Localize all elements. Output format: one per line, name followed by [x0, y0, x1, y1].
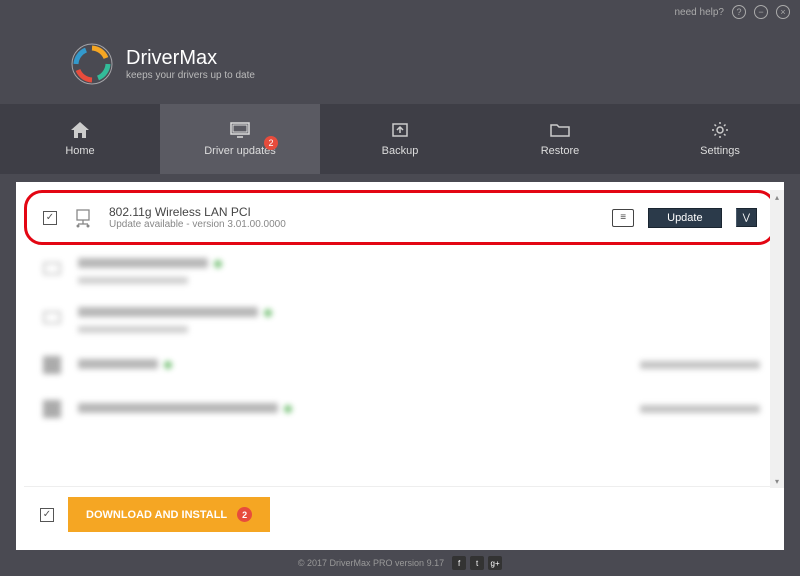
blurred-title: [78, 359, 158, 369]
brand-name: DriverMax: [126, 47, 255, 70]
brand-tagline: keeps your drivers up to date: [126, 70, 255, 81]
blurred-title: [78, 258, 208, 268]
download-install-button[interactable]: DOWNLOAD AND INSTALL 2: [68, 497, 270, 532]
nav-home-label: Home: [65, 145, 94, 157]
driver-row-blurred: [24, 294, 776, 343]
nav-backup[interactable]: Backup: [320, 104, 480, 174]
windows-device-icon: [40, 353, 64, 377]
update-button[interactable]: Update: [648, 208, 721, 228]
windows-device-icon: [40, 397, 64, 421]
gear-icon: [710, 121, 730, 139]
download-badge: 2: [237, 507, 252, 522]
close-button[interactable]: ×: [776, 5, 790, 19]
nav-settings[interactable]: Settings: [640, 104, 800, 174]
driver-title: 802.11g Wireless LAN PCI: [109, 205, 598, 219]
nav-backup-label: Backup: [382, 145, 419, 157]
monitor-icon: [230, 121, 250, 139]
bottom-bar: © 2017 DriverMax PRO version 9.17 f t g+: [0, 550, 800, 576]
nav-settings-label: Settings: [700, 145, 740, 157]
nav-driver-updates[interactable]: Driver updates 2: [160, 104, 320, 174]
nav-home[interactable]: Home: [0, 104, 160, 174]
blurred-title: [78, 307, 258, 317]
audio-device-icon: [40, 307, 64, 331]
blurred-right: [640, 405, 760, 413]
driver-row-blurred: [24, 387, 776, 431]
minimize-button[interactable]: −: [754, 5, 768, 19]
main-nav: Home Driver updates 2 Backup Restore Set…: [0, 104, 800, 174]
content-panel: ✓ 802.11g Wireless LAN PCI Update availa…: [16, 182, 784, 550]
blurred-sub: [78, 277, 188, 284]
details-icon[interactable]: ≡: [612, 209, 634, 227]
monitor-device-icon: [40, 258, 64, 282]
blurred-sub: [78, 326, 188, 333]
nav-restore-label: Restore: [541, 145, 580, 157]
status-dot-icon: [264, 309, 272, 317]
update-dropdown[interactable]: ⋁: [736, 208, 757, 227]
footer-row: ✓ DOWNLOAD AND INSTALL 2: [24, 486, 776, 542]
status-dot-icon: [164, 361, 172, 369]
blurred-right: [640, 361, 760, 369]
driver-row-highlighted: ✓ 802.11g Wireless LAN PCI Update availa…: [24, 190, 776, 245]
driver-row-blurred: [24, 343, 776, 387]
twitter-icon[interactable]: t: [470, 556, 484, 570]
driver-subtitle: Update available - version 3.01.00.0000: [109, 219, 598, 230]
app-header: DriverMax keeps your drivers up to date: [0, 24, 800, 104]
driver-row-blurred: [24, 245, 776, 294]
help-link[interactable]: need help?: [675, 7, 725, 18]
updates-badge: 2: [264, 136, 278, 150]
checkbox[interactable]: ✓: [43, 211, 57, 225]
backup-icon: [390, 121, 410, 139]
scrollbar[interactable]: ▴ ▾: [770, 190, 784, 488]
scroll-up-icon[interactable]: ▴: [770, 190, 784, 204]
google-plus-icon[interactable]: g+: [488, 556, 502, 570]
help-icon[interactable]: ?: [732, 5, 746, 19]
scroll-down-icon[interactable]: ▾: [770, 474, 784, 488]
facebook-icon[interactable]: f: [452, 556, 466, 570]
folder-icon: [550, 121, 570, 139]
network-device-icon: [71, 206, 95, 230]
logo-icon: [70, 42, 114, 86]
nav-restore[interactable]: Restore: [480, 104, 640, 174]
status-dot-icon: [284, 405, 292, 413]
select-all-checkbox[interactable]: ✓: [40, 508, 54, 522]
home-icon: [70, 121, 90, 139]
download-label: DOWNLOAD AND INSTALL: [86, 509, 227, 521]
blurred-title: [78, 403, 278, 413]
status-dot-icon: [214, 260, 222, 268]
